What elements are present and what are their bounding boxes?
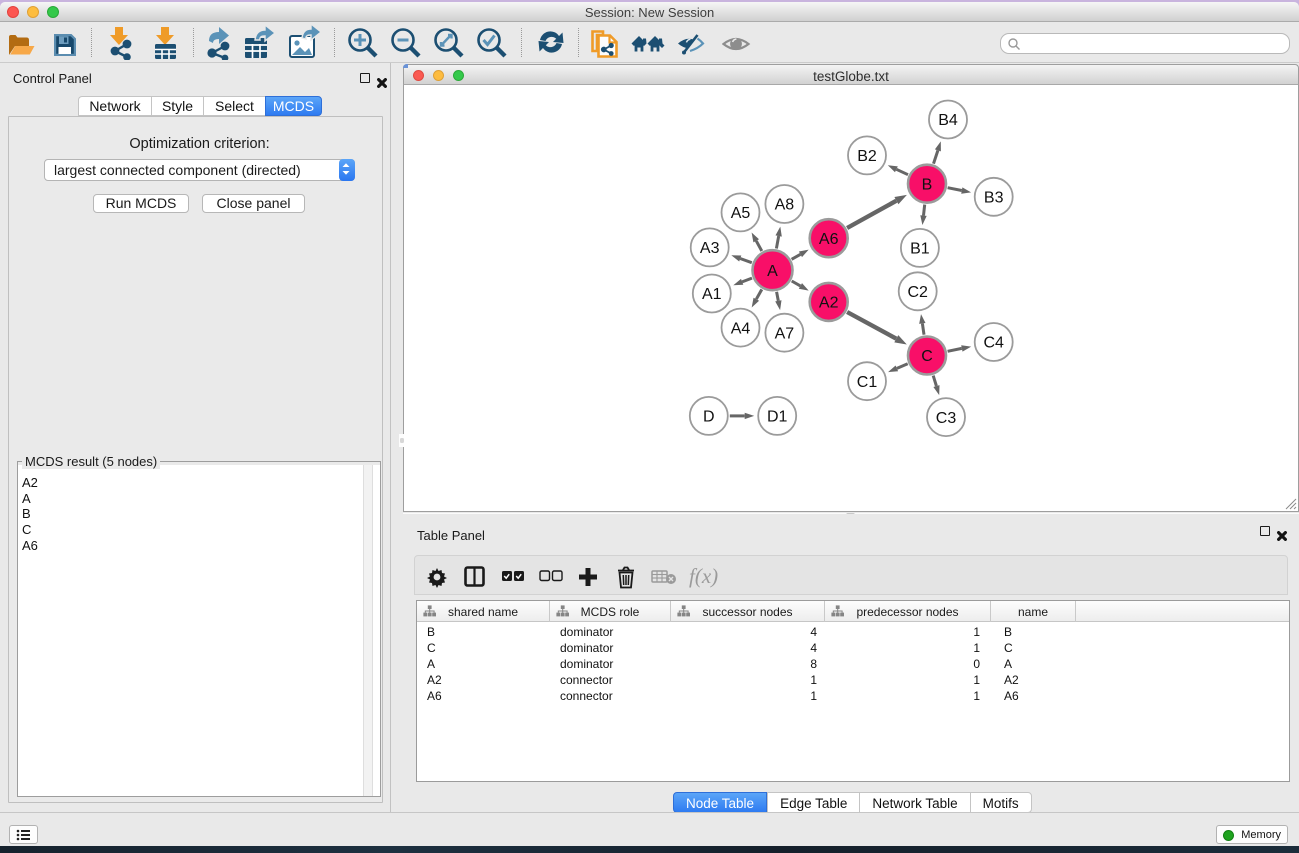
svg-text:B: B [922, 176, 933, 193]
svg-text:B2: B2 [857, 148, 877, 165]
svg-text:A1: A1 [702, 286, 722, 303]
svg-text:A: A [767, 263, 778, 280]
svg-text:A2: A2 [819, 295, 839, 312]
svg-text:D: D [703, 409, 715, 426]
svg-text:A3: A3 [700, 240, 720, 257]
svg-text:C2: C2 [907, 284, 928, 301]
svg-text:C1: C1 [857, 374, 878, 391]
svg-text:A6: A6 [819, 231, 839, 248]
svg-text:B1: B1 [910, 241, 930, 258]
svg-text:C4: C4 [983, 335, 1004, 352]
svg-text:A8: A8 [775, 197, 795, 214]
svg-text:D1: D1 [767, 409, 788, 426]
svg-text:A7: A7 [775, 325, 795, 342]
svg-text:A4: A4 [731, 320, 751, 337]
svg-text:C: C [921, 348, 933, 365]
svg-text:A5: A5 [731, 205, 751, 222]
svg-text:B4: B4 [938, 112, 958, 129]
svg-text:B3: B3 [984, 190, 1004, 207]
svg-text:C3: C3 [936, 410, 957, 427]
